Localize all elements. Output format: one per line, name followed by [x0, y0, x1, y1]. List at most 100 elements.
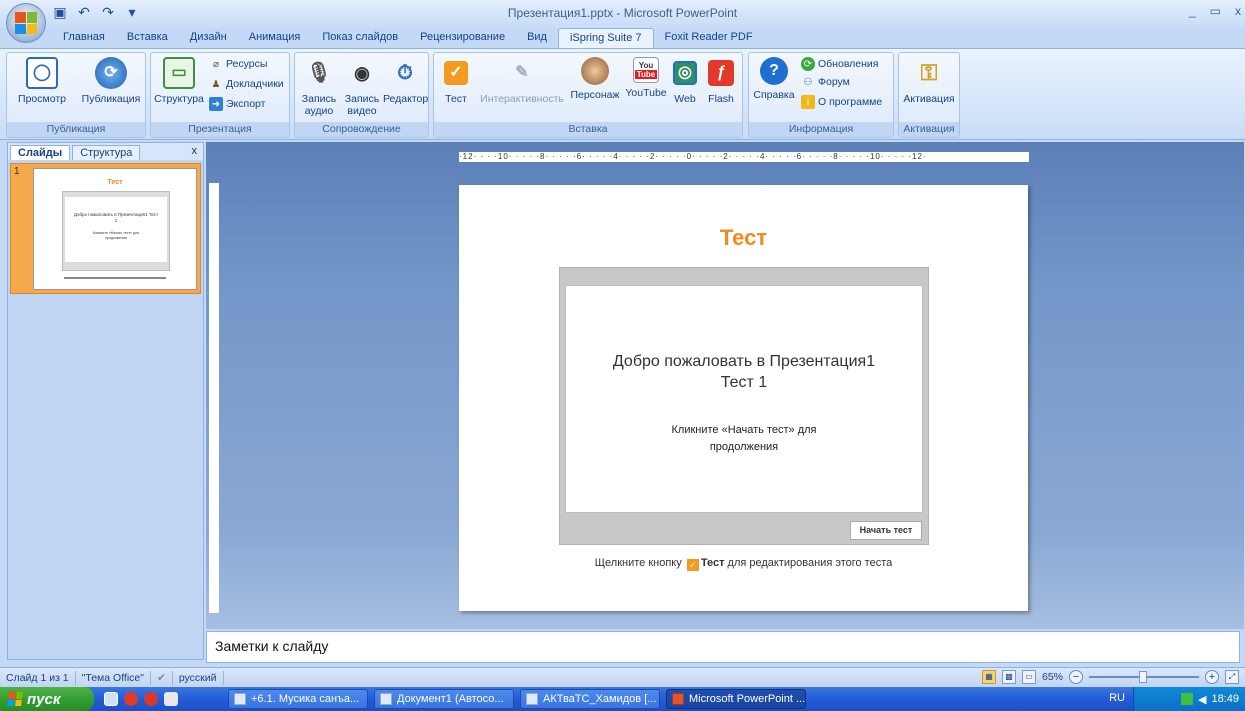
tab-slideshow[interactable]: Показ слайдов [311, 28, 409, 48]
restore-button[interactable]: ▭ [1210, 4, 1221, 18]
zoom-slider-thumb[interactable] [1139, 671, 1147, 683]
quiz-checkbox-icon: ✓ [686, 559, 699, 571]
fit-slide-button[interactable]: ⤢ [1225, 670, 1239, 684]
editor-button[interactable]: ⏱ Редактор [383, 57, 428, 105]
view-and-zoom-controls: ▦ ▩ ▭ 65% − + ⤢ [981, 670, 1239, 684]
youtube-button[interactable]: You Tube YouTube [622, 57, 670, 99]
tab-animation[interactable]: Анимация [238, 28, 312, 48]
group-info: ? Справка ⟳ Обновления ⚇ Форум i О прогр… [748, 52, 894, 138]
tab-foxit[interactable]: Foxit Reader PDF [654, 28, 764, 48]
notes-pane[interactable]: Заметки к слайду [206, 631, 1240, 663]
windows-flag-icon [7, 692, 23, 706]
powerpoint-icon [672, 693, 684, 705]
tab-ispring[interactable]: iSpring Suite 7 [557, 28, 654, 48]
quiz-button[interactable]: ✓ Тест [438, 57, 474, 105]
start-quiz-button[interactable]: Начать тест [850, 521, 922, 540]
ribbon-tabs: Главная Вставка Дизайн Анимация Показ сл… [52, 28, 764, 48]
taskbar-item-powerpoint[interactable]: Microsoft PowerPoint ... [666, 689, 806, 709]
start-button[interactable]: пуск [0, 687, 94, 711]
export-button[interactable]: ➜ Экспорт [209, 97, 265, 111]
network-icon[interactable] [1181, 693, 1193, 705]
input-language[interactable]: RU [1109, 692, 1125, 704]
pane-close-button[interactable]: x [192, 145, 198, 157]
preview-icon: ◯ [26, 57, 58, 89]
structure-button[interactable]: ▭ Структура [153, 57, 205, 105]
activate-button[interactable]: ⚿ Активация [901, 57, 957, 106]
forum-people-icon: ⚇ [803, 76, 813, 88]
media-icon[interactable] [144, 692, 158, 706]
spellcheck-icon[interactable]: ✔ [151, 670, 173, 685]
group-publication: ◯ Просмотр ⟳ Публикация Публикация [6, 52, 146, 138]
office-button[interactable] [6, 3, 46, 43]
tab-design[interactable]: Дизайн [179, 28, 238, 48]
thumb-quiz-inner: Добро пожаловать в Презентация1 Тест 1 К… [65, 197, 167, 262]
speaker-person-icon: ♟ [211, 78, 221, 90]
record-audio-button[interactable]: 🎙 Запись аудио [297, 57, 341, 117]
resources-button[interactable]: ⌀ Ресурсы [209, 57, 267, 71]
status-bar: Слайд 1 из 1 "Тема Office" ✔ русский ▦ ▩… [0, 667, 1245, 687]
thumb-quiz-box: Добро пожаловать в Презентация1 Тест 1 К… [62, 191, 170, 271]
flash-button[interactable]: ƒ Flash [704, 57, 738, 105]
slide-title[interactable]: Тест [459, 225, 1028, 251]
updates-icon: ⟳ [801, 57, 815, 71]
about-button[interactable]: i О программе [801, 95, 882, 109]
about-info-icon: i [801, 95, 815, 109]
thumb-heading: Добро пожаловать в Презентация1 Тест 1 [73, 212, 159, 223]
microphone-icon: 🎙 [306, 62, 332, 84]
updates-button[interactable]: ⟳ Обновления [801, 57, 878, 71]
forum-button[interactable]: ⚇ Форум [801, 75, 850, 89]
zoom-out-button[interactable]: − [1069, 670, 1083, 684]
close-button[interactable]: x [1235, 4, 1241, 18]
office-logo-icon [15, 12, 37, 34]
preview-button[interactable]: ◯ Просмотр [11, 57, 73, 105]
web-button[interactable]: ◎ Web [670, 57, 700, 105]
tab-outline[interactable]: Структура [72, 145, 141, 160]
zoom-slider[interactable] [1089, 671, 1199, 683]
character-button[interactable]: Персонаж [568, 57, 622, 101]
export-icon: ➜ [209, 97, 223, 111]
taskbar-item[interactable]: +6.1. Мусика санъа... [228, 689, 368, 709]
group-narration: 🎙 Запись аудио ◉ Запись видео ⏱ Редактор С… [294, 52, 429, 138]
windows-taskbar: пуск +6.1. Мусика санъа... Документ1 (Ав… [0, 687, 1245, 711]
group-label-activation: Активация [899, 122, 959, 137]
group-label-narration: Сопровождение [295, 122, 428, 137]
language-indicator[interactable]: русский [173, 670, 224, 685]
publish-globe-icon: ⟳ [95, 57, 127, 89]
slideshow-view-button[interactable]: ▭ [1021, 670, 1036, 684]
zoom-level[interactable]: 65% [1042, 671, 1063, 683]
zoom-in-button[interactable]: + [1205, 670, 1219, 684]
normal-view-button[interactable]: ▦ [981, 670, 996, 684]
tab-review[interactable]: Рецензирование [409, 28, 516, 48]
volume-icon[interactable]: ◀ [1198, 693, 1206, 706]
tab-slides[interactable]: Слайды [10, 145, 71, 160]
speakers-button[interactable]: ♟ Докладчики [209, 77, 284, 91]
stopwatch-icon: ⏱ [397, 62, 413, 84]
slide-canvas[interactable]: Тест Добро пожаловать в Презентация1 Тес… [459, 185, 1028, 611]
sorter-view-button[interactable]: ▩ [1001, 670, 1016, 684]
record-video-button[interactable]: ◉ Запись видео [341, 57, 383, 117]
show-desktop-icon[interactable] [104, 692, 118, 706]
thumb-footer-line [64, 277, 166, 279]
taskbar-item[interactable]: Документ1 (Автосо... [374, 689, 514, 709]
minimize-button[interactable]: _ [1189, 4, 1196, 18]
publish-button[interactable]: ⟳ Публикация [79, 57, 143, 105]
slide-footer-hint: Щелкните кнопку ✓ Тест для редактирования… [594, 557, 893, 571]
tab-view[interactable]: Вид [516, 28, 558, 48]
interaction-button[interactable]: ✎ Интерактивность [476, 57, 568, 106]
taskbar-item[interactable]: АКТваТС_Хамидов [... [520, 689, 660, 709]
tab-home[interactable]: Главная [52, 28, 116, 48]
quiz-heading: Добро пожаловать в Презентация1 Тест 1 [612, 353, 876, 391]
web-globe-icon: ◎ [673, 61, 697, 85]
group-label-info: Информация [749, 122, 893, 137]
ribbon: ◯ Просмотр ⟳ Публикация Публикация ▭ Стр… [0, 48, 1245, 140]
slide-thumbnail-1[interactable]: 1 Тест Добро пожаловать в Презентация1 Т… [10, 163, 201, 294]
theme-name: "Тема Office" [76, 670, 151, 685]
opera-icon[interactable] [124, 692, 138, 706]
quiz-placeholder[interactable]: Добро пожаловать в Презентация1 Тест 1 К… [559, 267, 929, 545]
thumb-title: Тест [107, 179, 123, 186]
horizontal-ruler: ·12· · · ·10· · · · ·8· · · · ·6· · · · … [459, 152, 1029, 162]
app-icon[interactable] [164, 692, 178, 706]
tab-insert[interactable]: Вставка [116, 28, 179, 48]
slide-count: Слайд 1 из 1 [0, 670, 76, 685]
help-button[interactable]: ? Справка [751, 57, 797, 101]
